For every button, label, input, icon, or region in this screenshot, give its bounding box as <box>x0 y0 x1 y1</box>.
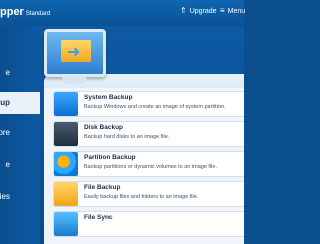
row-desc: Backup partitions or dynamic volumes to … <box>84 164 217 170</box>
system-backup-icon <box>54 92 78 116</box>
main-content: ➜ System Backup Backup Windows and creat… <box>40 26 244 244</box>
sidebar-item-label: e <box>5 160 10 169</box>
row-title: System Backup <box>84 94 133 101</box>
menu-button[interactable]: ≡ Menu <box>220 6 245 15</box>
sidebar-item-label: ore <box>0 128 10 137</box>
sidebar-item-restore[interactable]: ore <box>0 122 40 144</box>
system-backup-item[interactable]: System Backup Backup Windows and create … <box>54 92 244 116</box>
disk-backup-item[interactable]: Disk Backup Backup hard disks to an imag… <box>54 122 244 146</box>
app-edition: Standard <box>25 11 51 17</box>
upgrade-label: Upgrade <box>189 8 217 15</box>
row-desc: Backup Windows and create an image of sy… <box>84 104 226 110</box>
file-sync-item[interactable]: File Sync <box>54 212 244 236</box>
row-title: Disk Backup <box>84 124 124 131</box>
upgrade-arrow-icon: ⇑ <box>180 6 187 15</box>
sidebar-item-clone[interactable]: e <box>0 154 40 176</box>
partition-backup-item[interactable]: Partition Backup Backup partitions or dy… <box>54 152 244 176</box>
sidebar-item-home[interactable]: e <box>0 62 40 84</box>
app-title-text: pper <box>0 6 24 18</box>
sidebar-item-label: e <box>5 68 10 77</box>
file-backup-icon <box>54 182 78 206</box>
row-desc: Backup hard disks to an image file. <box>84 134 170 140</box>
file-sync-icon <box>54 212 78 236</box>
monitor-icon: ➜ <box>44 29 106 77</box>
backup-arrow-icon: ➜ <box>67 44 81 61</box>
sidebar-item-backup[interactable]: up <box>0 92 40 114</box>
backup-list: System Backup Backup Windows and create … <box>44 88 244 244</box>
menu-lines-icon: ≡ <box>220 6 225 15</box>
title-bar: pper Standard ⇑ Upgrade ≡ Menu <box>0 0 245 26</box>
row-title: Partition Backup <box>84 154 136 161</box>
upgrade-button[interactable]: ⇑ Upgrade <box>180 6 217 15</box>
row-title: File Backup <box>84 184 121 191</box>
app-title: pper Standard <box>0 6 50 18</box>
monitor-stand <box>62 76 86 84</box>
row-title: File Sync <box>84 214 113 221</box>
sidebar-item-label: up <box>0 98 10 107</box>
sidebar-item-label: ies <box>0 192 10 201</box>
partition-backup-icon <box>54 152 78 176</box>
row-desc: Easily backup files and folders to an im… <box>84 194 199 200</box>
file-backup-item[interactable]: File Backup Easily backup files and fold… <box>54 182 244 206</box>
sidebar-item-utilities[interactable]: ies <box>0 186 40 208</box>
sidebar: e up ore e ies <box>0 26 40 244</box>
disk-backup-icon <box>54 122 78 146</box>
menu-label: Menu <box>227 8 246 15</box>
